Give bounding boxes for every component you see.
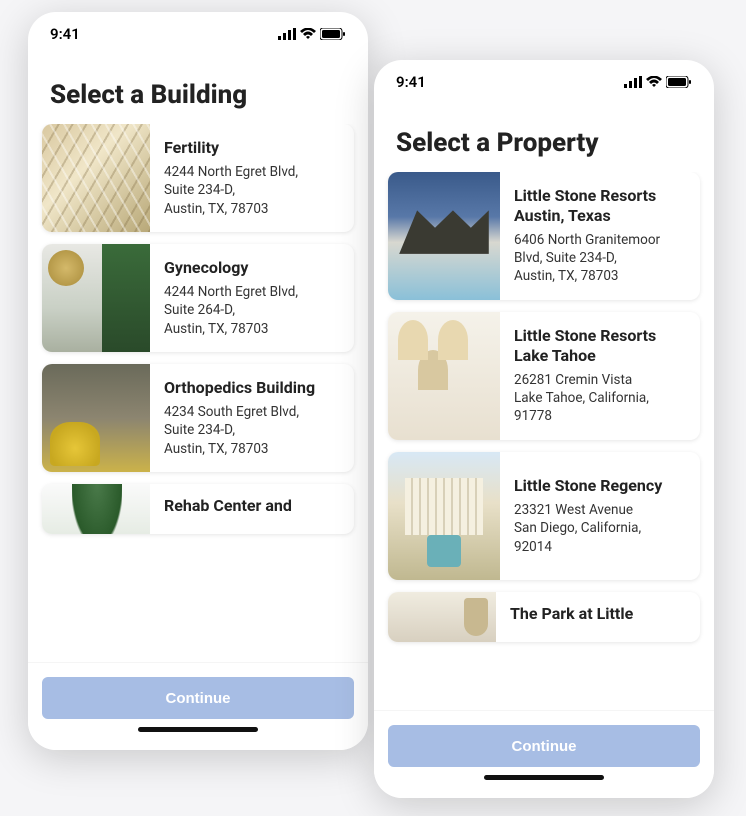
building-thumbnail xyxy=(42,484,150,534)
card-text: Little Stone Resorts Lake Tahoe 26281 Cr… xyxy=(500,312,700,440)
property-list[interactable]: Little Stone Resorts Austin, Texas 6406 … xyxy=(374,172,714,710)
card-title: Little Stone Resorts Austin, Texas xyxy=(514,186,688,224)
status-time: 9:41 xyxy=(50,25,80,43)
card-text: The Park at Little xyxy=(496,592,645,642)
card-text: Little Stone Regency 23321 West Avenue S… xyxy=(500,452,674,580)
card-title: Orthopedics Building xyxy=(164,378,315,397)
property-thumbnail xyxy=(388,312,500,440)
wifi-icon xyxy=(300,28,316,40)
continue-button[interactable]: Continue xyxy=(42,677,354,719)
building-card-gynecology[interactable]: Gynecology 4244 North Egret Blvd, Suite … xyxy=(42,244,354,352)
property-thumbnail xyxy=(388,172,500,300)
property-card-lake-tahoe[interactable]: Little Stone Resorts Lake Tahoe 26281 Cr… xyxy=(388,312,700,440)
cellular-icon xyxy=(278,28,296,40)
building-card-fertility[interactable]: Fertility 4244 North Egret Blvd, Suite 2… xyxy=(42,124,354,232)
card-title: Little Stone Resorts Lake Tahoe xyxy=(514,326,688,364)
card-address: 6406 North Granitemoor Blvd, Suite 234-D… xyxy=(514,231,688,286)
battery-icon xyxy=(320,28,346,40)
building-list[interactable]: Fertility 4244 North Egret Blvd, Suite 2… xyxy=(28,124,368,662)
card-address: 4244 North Egret Blvd, Suite 234-D, Aust… xyxy=(164,163,298,218)
card-title: Little Stone Regency xyxy=(514,476,662,495)
home-indicator xyxy=(138,727,258,732)
card-title: Gynecology xyxy=(164,258,298,277)
bottom-bar: Continue xyxy=(28,662,368,750)
status-icons xyxy=(624,76,692,88)
home-indicator xyxy=(484,775,604,780)
card-text: Gynecology 4244 North Egret Blvd, Suite … xyxy=(150,244,310,352)
building-card-orthopedics[interactable]: Orthopedics Building 4234 South Egret Bl… xyxy=(42,364,354,472)
property-card-austin[interactable]: Little Stone Resorts Austin, Texas 6406 … xyxy=(388,172,700,300)
status-bar: 9:41 xyxy=(28,12,368,56)
building-thumbnail xyxy=(42,124,150,232)
building-card-rehab[interactable]: Rehab Center and xyxy=(42,484,354,534)
wifi-icon xyxy=(646,76,662,88)
card-text: Little Stone Resorts Austin, Texas 6406 … xyxy=(500,172,700,300)
property-card-regency[interactable]: Little Stone Regency 23321 West Avenue S… xyxy=(388,452,700,580)
card-title: Fertility xyxy=(164,138,298,157)
status-time: 9:41 xyxy=(396,73,426,91)
card-address: 4234 South Egret Blvd, Suite 234-D, Aust… xyxy=(164,403,315,458)
property-thumbnail xyxy=(388,452,500,580)
phone-select-property: 9:41 Select a Property Little Stone Reso… xyxy=(374,60,714,798)
card-text: Orthopedics Building 4234 South Egret Bl… xyxy=(150,364,327,472)
page-title: Select a Building xyxy=(28,56,368,124)
building-thumbnail xyxy=(42,364,150,472)
card-address: 4244 North Egret Blvd, Suite 264-D, Aust… xyxy=(164,283,298,338)
card-title: The Park at Little xyxy=(510,604,633,623)
phone-select-building: 9:41 Select a Building Fertility 4244 No… xyxy=(28,12,368,750)
battery-icon xyxy=(666,76,692,88)
status-icons xyxy=(278,28,346,40)
status-bar: 9:41 xyxy=(374,60,714,104)
cellular-icon xyxy=(624,76,642,88)
card-address: 26281 Cremin Vista Lake Tahoe, Californi… xyxy=(514,371,688,426)
card-address: 23321 West Avenue San Diego, California,… xyxy=(514,501,662,556)
card-title: Rehab Center and xyxy=(164,496,292,515)
building-thumbnail xyxy=(42,244,150,352)
property-card-park[interactable]: The Park at Little xyxy=(388,592,700,642)
card-text: Fertility 4244 North Egret Blvd, Suite 2… xyxy=(150,124,310,232)
bottom-bar: Continue xyxy=(374,710,714,798)
continue-button[interactable]: Continue xyxy=(388,725,700,767)
property-thumbnail xyxy=(388,592,496,642)
card-text: Rehab Center and xyxy=(150,484,304,534)
page-title: Select a Property xyxy=(374,104,714,172)
